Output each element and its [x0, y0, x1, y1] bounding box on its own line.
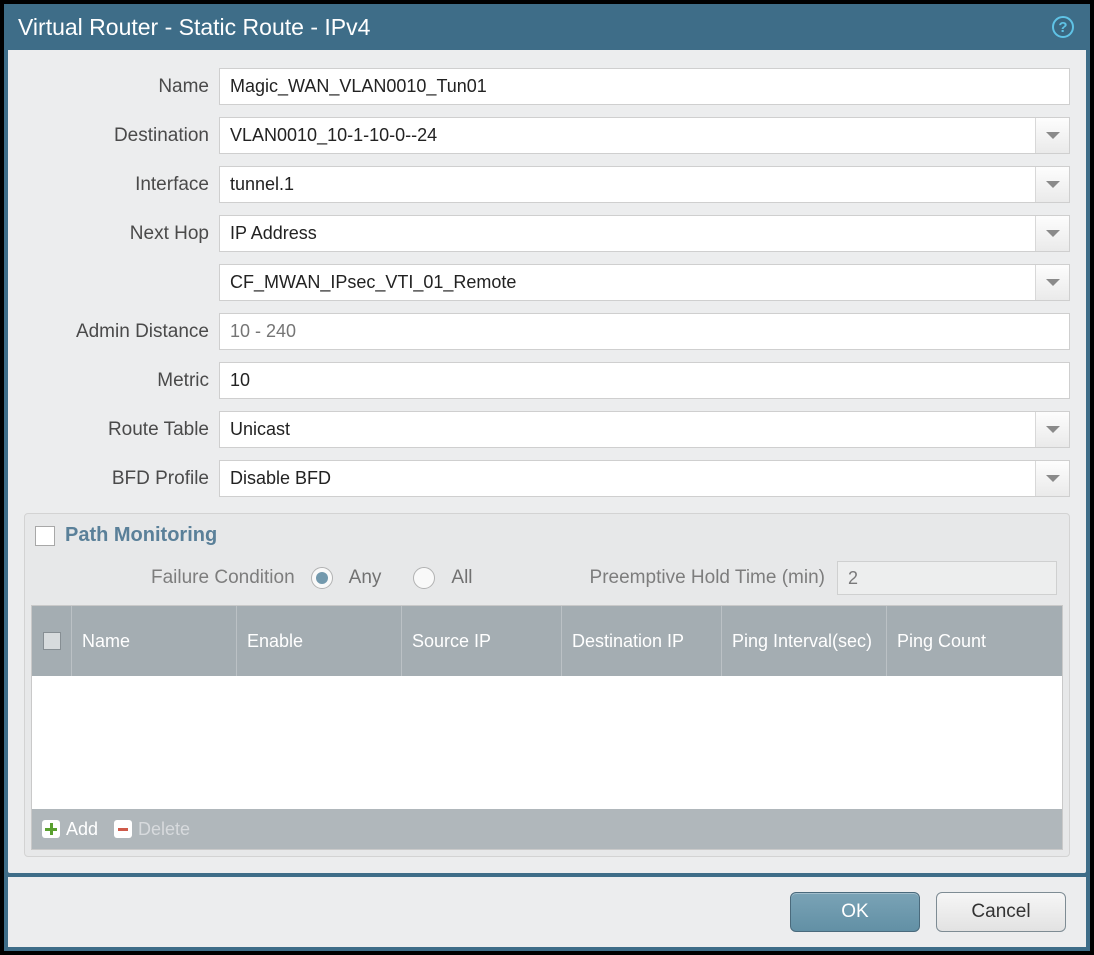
- admin-distance-input[interactable]: [219, 313, 1070, 350]
- label-nexthop: Next Hop: [24, 223, 219, 245]
- failure-condition-label: Failure Condition: [151, 567, 295, 589]
- delete-button[interactable]: Delete: [114, 819, 190, 840]
- ok-button[interactable]: OK: [790, 892, 920, 932]
- interface-dropdown-trigger[interactable]: [1035, 167, 1069, 202]
- nexthop-value-dropdown-trigger[interactable]: [1035, 265, 1069, 300]
- metric-input[interactable]: [219, 362, 1070, 399]
- table-header-checkbox[interactable]: [32, 606, 72, 676]
- name-input-value[interactable]: [230, 69, 1059, 104]
- titlebar: Virtual Router - Static Route - IPv4 ?: [4, 4, 1090, 50]
- nexthop-type-value: IP Address: [230, 223, 1035, 244]
- chevron-down-icon: [1046, 230, 1060, 237]
- col-destination-ip[interactable]: Destination IP: [562, 606, 722, 676]
- window-title: Virtual Router - Static Route - IPv4: [18, 14, 370, 41]
- cancel-button[interactable]: Cancel: [936, 892, 1066, 932]
- hold-time-label: Preemptive Hold Time (min): [590, 567, 825, 589]
- checkbox-icon: [43, 632, 61, 650]
- name-input[interactable]: [219, 68, 1070, 105]
- dialog-footer: OK Cancel: [8, 877, 1086, 947]
- table-footer: Add Delete: [32, 809, 1062, 849]
- destination-value: VLAN0010_10-1-10-0--24: [230, 125, 1035, 146]
- add-icon: [42, 820, 60, 838]
- label-destination: Destination: [24, 125, 219, 147]
- failure-condition-any-label: Any: [349, 567, 382, 589]
- form-body: Name Destination VLAN0010_10-1-10-0--24 …: [8, 50, 1086, 873]
- monitor-table: Name Enable Source IP Destination IP Pin…: [31, 605, 1063, 850]
- radio-dot-icon: [316, 572, 328, 584]
- bfd-profile-dropdown-trigger[interactable]: [1035, 461, 1069, 496]
- route-table-select[interactable]: Unicast: [219, 411, 1070, 448]
- chevron-down-icon: [1046, 181, 1060, 188]
- chevron-down-icon: [1046, 279, 1060, 286]
- metric-value[interactable]: [230, 363, 1059, 398]
- label-interface: Interface: [24, 174, 219, 196]
- bfd-profile-value: Disable BFD: [230, 468, 1035, 489]
- nexthop-value: CF_MWAN_IPsec_VTI_01_Remote: [230, 272, 1035, 293]
- nexthop-value-select[interactable]: CF_MWAN_IPsec_VTI_01_Remote: [219, 264, 1070, 301]
- dialog-window: Virtual Router - Static Route - IPv4 ? N…: [4, 4, 1090, 951]
- nexthop-type-select[interactable]: IP Address: [219, 215, 1070, 252]
- failure-condition-any-radio[interactable]: [311, 567, 333, 589]
- path-monitoring-section: Path Monitoring Failure Condition Any Al…: [24, 513, 1070, 857]
- bfd-profile-select[interactable]: Disable BFD: [219, 460, 1070, 497]
- col-ping-interval[interactable]: Ping Interval(sec): [722, 606, 887, 676]
- admin-distance-value[interactable]: [230, 314, 1059, 349]
- col-source-ip[interactable]: Source IP: [402, 606, 562, 676]
- label-route-table: Route Table: [24, 419, 219, 441]
- label-name: Name: [24, 76, 219, 98]
- failure-condition-all-radio[interactable]: [413, 567, 435, 589]
- col-ping-count[interactable]: Ping Count: [887, 606, 1062, 676]
- label-metric: Metric: [24, 370, 219, 392]
- delete-button-label: Delete: [138, 819, 190, 840]
- chevron-down-icon: [1046, 426, 1060, 433]
- help-icon[interactable]: ?: [1052, 16, 1074, 38]
- interface-select[interactable]: tunnel.1: [219, 166, 1070, 203]
- destination-dropdown-trigger[interactable]: [1035, 118, 1069, 153]
- cancel-button-label: Cancel: [971, 901, 1030, 923]
- table-body-empty: [32, 676, 1062, 809]
- add-button[interactable]: Add: [42, 819, 98, 840]
- destination-select[interactable]: VLAN0010_10-1-10-0--24: [219, 117, 1070, 154]
- chevron-down-icon: [1046, 132, 1060, 139]
- delete-icon: [114, 820, 132, 838]
- failure-condition-all-label: All: [451, 567, 472, 589]
- table-header-row: Name Enable Source IP Destination IP Pin…: [32, 606, 1062, 676]
- col-enable[interactable]: Enable: [237, 606, 402, 676]
- path-monitoring-checkbox[interactable]: [35, 526, 55, 546]
- path-monitoring-title: Path Monitoring: [65, 524, 217, 547]
- label-admin-distance: Admin Distance: [24, 321, 219, 343]
- ok-button-label: OK: [841, 901, 868, 923]
- nexthop-type-dropdown-trigger[interactable]: [1035, 216, 1069, 251]
- hold-time-input[interactable]: [837, 561, 1057, 595]
- col-name[interactable]: Name: [72, 606, 237, 676]
- add-button-label: Add: [66, 819, 98, 840]
- label-bfd-profile: BFD Profile: [24, 468, 219, 490]
- route-table-value: Unicast: [230, 419, 1035, 440]
- chevron-down-icon: [1046, 475, 1060, 482]
- route-table-dropdown-trigger[interactable]: [1035, 412, 1069, 447]
- interface-value: tunnel.1: [230, 174, 1035, 195]
